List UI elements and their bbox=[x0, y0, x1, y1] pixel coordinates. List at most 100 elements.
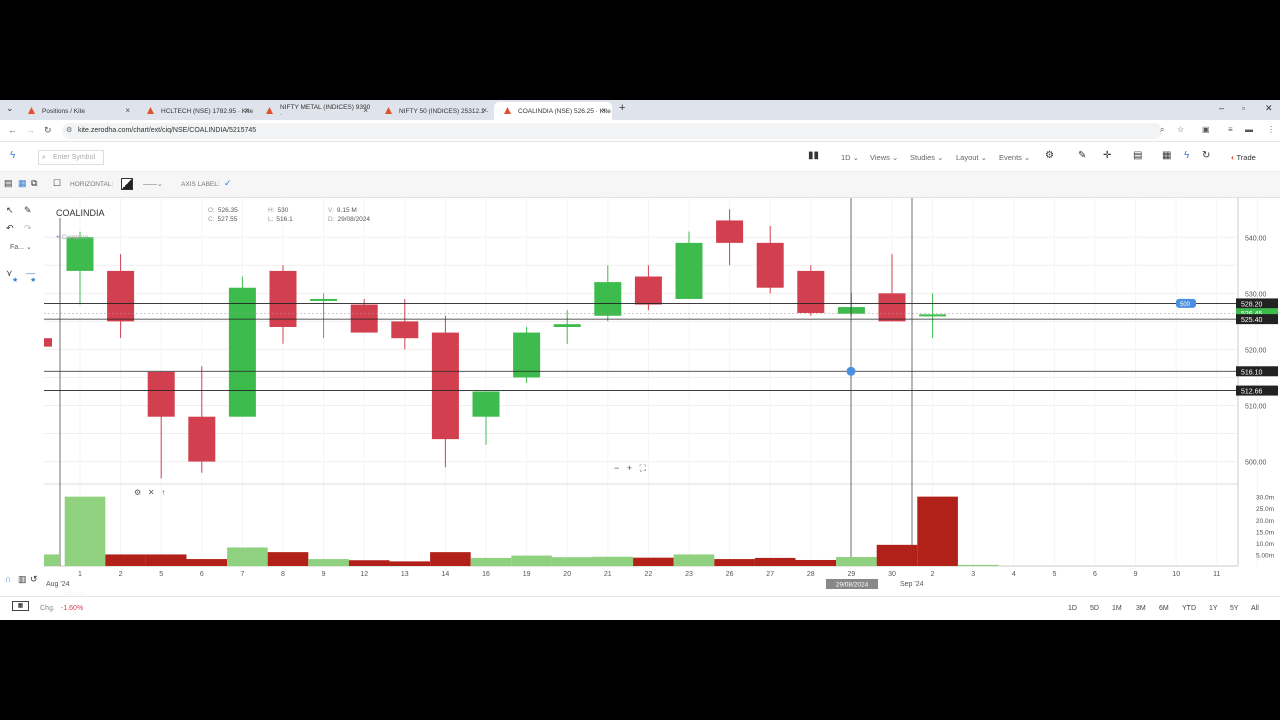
range-ytd-button[interactable]: YTD bbox=[1182, 605, 1196, 612]
draw-pencil-icon[interactable]: ✎ bbox=[1078, 150, 1086, 161]
volume-bar[interactable] bbox=[917, 496, 958, 566]
volume-bar[interactable] bbox=[633, 557, 674, 566]
trash-icon[interactable]: ▥ bbox=[18, 574, 27, 585]
volume-bar[interactable] bbox=[44, 554, 60, 566]
tab-positions[interactable]: Positions / Kite × bbox=[18, 102, 136, 120]
trade-button[interactable]: ◖ Trade bbox=[1230, 153, 1256, 162]
candle-type-icon[interactable]: ▮▮ bbox=[808, 150, 819, 161]
grid-view-icon[interactable]: ▦ bbox=[18, 178, 27, 189]
candle-body[interactable] bbox=[310, 298, 338, 301]
volume-bar[interactable] bbox=[876, 544, 918, 566]
candle-body[interactable] bbox=[837, 307, 865, 314]
close-icon[interactable]: × bbox=[363, 106, 368, 115]
range-3m-button[interactable]: 3M bbox=[1136, 605, 1146, 612]
compare-button[interactable]: + Compare... bbox=[56, 234, 94, 241]
close-icon[interactable]: × bbox=[482, 106, 487, 115]
volume-bar[interactable] bbox=[267, 552, 309, 566]
volume-bar[interactable] bbox=[186, 559, 228, 566]
redo-icon[interactable]: ↷ bbox=[24, 223, 32, 234]
back-icon[interactable]: ← bbox=[8, 125, 17, 135]
range-1m-button[interactable]: 1M bbox=[1112, 605, 1122, 612]
volume-bar[interactable] bbox=[389, 561, 431, 566]
candle-body[interactable] bbox=[391, 321, 419, 339]
close-icon[interactable]: × bbox=[601, 106, 606, 115]
studies-menu[interactable]: Studies ⌄ bbox=[910, 153, 943, 162]
menu-dots-icon[interactable]: ⋮ bbox=[1267, 125, 1275, 134]
crosshair-icon[interactable]: ✛ bbox=[1103, 150, 1111, 161]
volume-bar[interactable] bbox=[308, 559, 349, 566]
zoom-out-icon[interactable]: − bbox=[614, 463, 619, 473]
reset-icon[interactable]: ↺ bbox=[30, 574, 38, 585]
close-icon[interactable]: × bbox=[244, 106, 249, 115]
candle-body[interactable] bbox=[919, 314, 947, 317]
new-tab-icon[interactable]: + bbox=[619, 102, 625, 114]
popout-icon[interactable]: ⧉ bbox=[31, 178, 37, 189]
flash-icon[interactable]: ϟ bbox=[1184, 150, 1189, 161]
tab-nifty-50[interactable]: NIFTY 50 (INDICES) 25312.1 · × bbox=[375, 102, 493, 120]
axis-label-checkbox[interactable]: ✓ bbox=[224, 178, 232, 189]
bookmark-star-icon[interactable]: ☆ bbox=[1177, 125, 1184, 134]
volume-bar[interactable] bbox=[470, 557, 512, 566]
candle-body[interactable] bbox=[634, 276, 662, 305]
price-chart[interactable]: 540.00 530.00 520.00 510.00 500.00 528.20 526.… bbox=[44, 198, 1280, 598]
volume-bar[interactable] bbox=[145, 554, 187, 566]
range-all-button[interactable]: All bbox=[1251, 605, 1259, 612]
site-info-icon[interactable]: ⚙ bbox=[66, 123, 72, 139]
pencil-icon[interactable]: ✎ bbox=[24, 205, 32, 216]
line-style-dropdown[interactable]: ——⌄ bbox=[143, 180, 171, 188]
comment-icon[interactable]: ▤ bbox=[1133, 150, 1142, 161]
range-5y-button[interactable]: 5Y bbox=[1230, 605, 1239, 612]
profile-icon[interactable]: ▬ bbox=[1245, 125, 1253, 134]
zoom-in-icon[interactable]: + bbox=[627, 463, 632, 473]
candle-body[interactable] bbox=[513, 332, 541, 378]
refresh-icon[interactable]: ↻ bbox=[1202, 150, 1210, 161]
volume-bar[interactable] bbox=[673, 554, 715, 566]
forward-icon[interactable]: → bbox=[26, 125, 35, 135]
candle-body[interactable] bbox=[472, 391, 500, 417]
maximize-icon[interactable]: ▫ bbox=[1242, 103, 1245, 113]
candle-body[interactable] bbox=[107, 270, 135, 322]
candle-body[interactable] bbox=[66, 237, 94, 271]
minimize-icon[interactable]: – bbox=[1219, 103, 1224, 113]
symbol-search-input[interactable]: ⌕ Enter Symbol bbox=[38, 150, 104, 165]
volume-bar[interactable] bbox=[64, 496, 106, 566]
undo-icon[interactable]: ↶ bbox=[6, 223, 14, 234]
tab-search-icon[interactable]: ⌄ bbox=[6, 103, 14, 114]
cursor-icon[interactable]: ↖ bbox=[6, 205, 14, 216]
volume-bar[interactable] bbox=[714, 559, 755, 566]
settings-gear-icon[interactable]: ⚙ bbox=[1045, 150, 1054, 161]
zoom-icon[interactable]: ⌕ bbox=[1160, 125, 1164, 135]
volume-bar[interactable] bbox=[754, 557, 796, 566]
window-close-icon[interactable]: ✕ bbox=[1265, 103, 1273, 114]
tab-hcltech[interactable]: HCLTECH (NSE) 1782.95 · Kite × bbox=[137, 102, 255, 120]
panel-settings-gear-icon[interactable]: ⚙ bbox=[134, 488, 141, 497]
candle-body[interactable] bbox=[350, 304, 378, 333]
volume-bar[interactable] bbox=[227, 547, 268, 567]
volume-bar[interactable] bbox=[836, 556, 877, 566]
candle-body[interactable] bbox=[797, 270, 825, 313]
panel-close-icon[interactable]: ✕ bbox=[148, 488, 155, 497]
candle-body[interactable] bbox=[431, 332, 459, 440]
candle-body[interactable] bbox=[878, 293, 906, 322]
volume-bar[interactable] bbox=[795, 559, 837, 566]
keyboard-icon[interactable]: ▦ bbox=[12, 601, 29, 611]
extensions-icon[interactable]: ▣ bbox=[1202, 125, 1210, 134]
range-1y-button[interactable]: 1Y bbox=[1209, 605, 1218, 612]
tab-coalindia[interactable]: COALINDIA (NSE) 526.25 · Kite × bbox=[494, 102, 612, 120]
drawing-handle[interactable] bbox=[846, 366, 856, 376]
candle-body[interactable] bbox=[756, 242, 784, 288]
candle-body[interactable] bbox=[553, 324, 581, 327]
volume-bar[interactable] bbox=[511, 555, 552, 566]
url-field[interactable]: ⚙ kite.zerodha.com/chart/ext/ciq/NSE/COA… bbox=[62, 123, 1162, 139]
volume-bar[interactable] bbox=[430, 552, 471, 566]
font-dropdown[interactable]: Fa... ⌄ bbox=[10, 243, 32, 251]
volume-bar[interactable] bbox=[348, 560, 390, 566]
star-icon[interactable]: ★ bbox=[30, 276, 36, 284]
edit-icon[interactable]: ☐ bbox=[53, 178, 61, 189]
candle-body[interactable] bbox=[716, 220, 744, 243]
volume-bar[interactable] bbox=[551, 557, 593, 566]
reload-icon[interactable]: ↻ bbox=[44, 125, 52, 136]
star-icon[interactable]: ★ bbox=[12, 276, 18, 284]
color-swatch[interactable] bbox=[121, 178, 133, 190]
panel-up-icon[interactable]: ↑ bbox=[161, 488, 165, 497]
